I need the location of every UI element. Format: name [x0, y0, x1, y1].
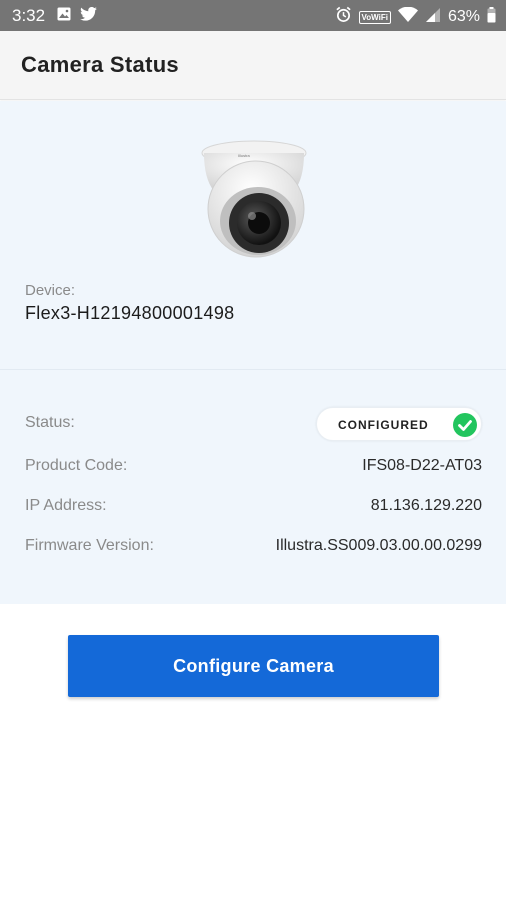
- vowifi-icon: VoWiFi: [358, 10, 391, 24]
- camera-status-card: Illustra Device: Flex3-H12194800001498 S…: [0, 101, 506, 604]
- status-time: 3:32: [12, 6, 46, 25]
- status-bar: 3:32 VoWiFi 63%: [0, 0, 506, 31]
- configure-camera-button[interactable]: Configure Camera: [68, 635, 439, 697]
- page-title: Camera Status: [21, 52, 179, 77]
- firmware-version-value: Illustra.SS009.03.00.00.0299: [275, 537, 482, 554]
- image-icon: [57, 7, 71, 26]
- twitter-icon: [80, 6, 97, 26]
- device-name: Flex3-H12194800001498: [25, 303, 235, 323]
- svg-text:Illustra: Illustra: [238, 153, 251, 158]
- app-bar: Camera Status: [0, 31, 506, 100]
- section-divider: [0, 369, 506, 370]
- ip-address-label: IP Address:: [25, 497, 107, 514]
- firmware-version-label: Firmware Version:: [25, 537, 154, 554]
- system-icons: VoWiFi 63%: [335, 6, 496, 28]
- wifi-icon: [397, 6, 418, 28]
- alarm-icon: [335, 6, 352, 28]
- product-code-label: Product Code:: [25, 457, 128, 474]
- status-value: CONFIGURED: [338, 418, 429, 432]
- device-label: Device:: [25, 282, 76, 299]
- signal-icon: [425, 7, 441, 28]
- ip-address-value: 81.136.129.220: [370, 497, 482, 514]
- check-icon: [453, 413, 477, 437]
- camera-image: Illustra: [198, 139, 310, 263]
- product-code-value: IFS08-D22-AT03: [362, 457, 482, 474]
- notification-icons: [57, 6, 97, 26]
- battery-icon: [487, 6, 496, 28]
- status-label: Status:: [25, 414, 75, 431]
- status-badge: CONFIGURED: [316, 407, 482, 441]
- battery-percent: 63%: [447, 8, 480, 25]
